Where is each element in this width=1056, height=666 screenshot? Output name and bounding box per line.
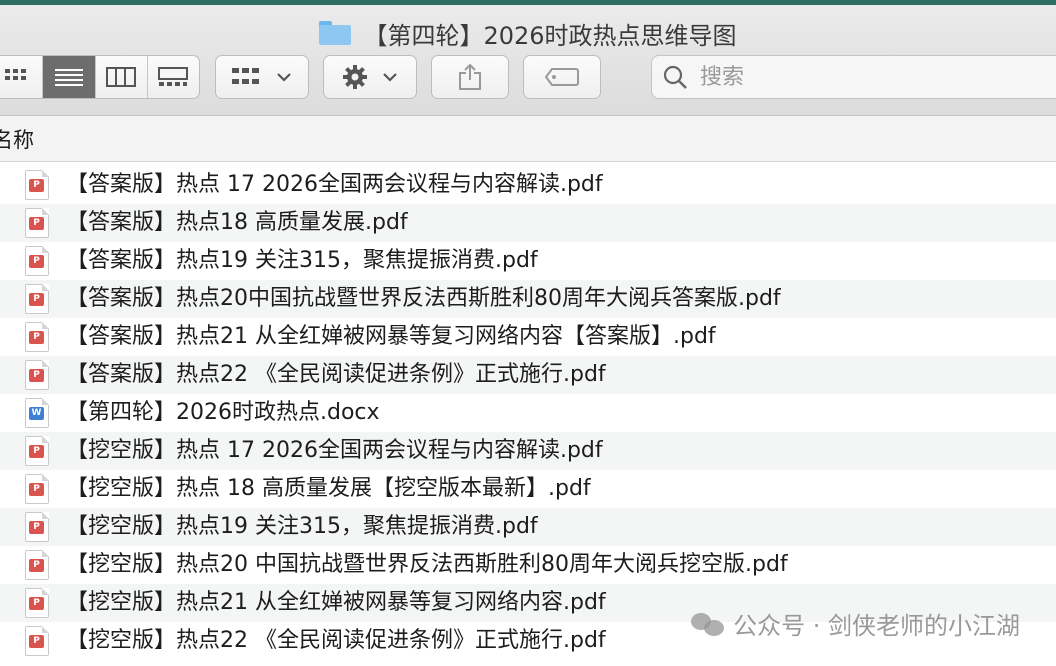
watermark: 公众号 · 剑侠老师的小江湖 xyxy=(691,606,1020,641)
gallery-view-icon xyxy=(158,67,189,86)
file-name: 【挖空版】热点20 中国抗战暨世界反法西斯胜利80周年大阅兵挖空版.pdf xyxy=(66,552,788,577)
watermark-text: 公众号 · 剑侠老师的小江湖 xyxy=(733,612,1020,640)
list-view-icon xyxy=(54,69,83,86)
search-icon xyxy=(663,65,687,89)
file-row[interactable]: P 【挖空版】热点 17 2026全国两会议程与内容解读.pdf xyxy=(0,432,1056,470)
chevron-down-icon xyxy=(383,73,397,82)
pdf-document-icon: P xyxy=(25,550,49,580)
file-type-badge: P xyxy=(29,597,44,610)
file-type-badge: P xyxy=(29,217,44,230)
file-row[interactable]: P 【答案版】热点18 高质量发展.pdf xyxy=(0,204,1056,242)
file-name: 【第四轮】2026时政热点.docx xyxy=(66,400,380,425)
file-name: 【答案版】热点20中国抗战暨世界反法西斯胜利80周年大阅兵答案版.pdf xyxy=(66,286,781,311)
pdf-document-icon: P xyxy=(25,588,49,618)
gallery-view-button[interactable] xyxy=(148,56,199,98)
pdf-document-icon: P xyxy=(25,322,49,352)
pdf-document-icon: P xyxy=(25,626,49,656)
name-column-header[interactable]: 名称 xyxy=(0,124,34,154)
tags-button[interactable] xyxy=(523,55,601,99)
list-view-button[interactable] xyxy=(43,56,96,98)
file-name: 【答案版】热点18 高质量发展.pdf xyxy=(66,210,408,235)
file-row[interactable]: P 【答案版】热点19 关注315，聚焦提振消费.pdf xyxy=(0,242,1056,280)
file-type-badge: P xyxy=(29,635,44,648)
file-row[interactable]: P 【挖空版】热点19 关注315，聚焦提振消费.pdf xyxy=(0,508,1056,546)
icon-view-button[interactable] xyxy=(0,56,44,98)
file-name: 【挖空版】热点 18 高质量发展【挖空版本最新】.pdf xyxy=(66,476,591,501)
file-name: 【挖空版】热点 17 2026全国两会议程与内容解读.pdf xyxy=(66,438,603,463)
file-name: 【挖空版】热点21 从全红婵被网暴等复习网络内容.pdf xyxy=(66,590,606,615)
file-row[interactable]: P 【答案版】热点20中国抗战暨世界反法西斯胜利80周年大阅兵答案版.pdf xyxy=(0,280,1056,318)
pdf-document-icon: P xyxy=(25,246,49,276)
file-type-badge: P xyxy=(29,483,44,496)
file-type-badge: P xyxy=(29,293,44,306)
file-row[interactable]: P 【答案版】热点21 从全红婵被网暴等复习网络内容【答案版】.pdf xyxy=(0,318,1056,356)
title-area: 【第四轮】2026时政热点思维导图 xyxy=(0,15,1056,51)
file-type-badge: P xyxy=(29,445,44,458)
view-mode-segmented-control xyxy=(0,55,200,99)
file-row[interactable]: W 【第四轮】2026时政热点.docx xyxy=(0,394,1056,432)
file-type-badge: P xyxy=(29,559,44,572)
column-view-icon xyxy=(106,67,137,87)
title-bar: 【第四轮】2026时政热点思维导图 xyxy=(0,5,1056,116)
pdf-document-icon: P xyxy=(25,474,49,504)
file-row[interactable]: P 【挖空版】热点 18 高质量发展【挖空版本最新】.pdf xyxy=(0,470,1056,508)
chevron-down-icon xyxy=(277,73,291,82)
file-name: 【答案版】热点19 关注315，聚焦提振消费.pdf xyxy=(66,248,538,273)
file-type-badge: P xyxy=(29,179,44,192)
folder-icon xyxy=(319,21,352,45)
file-name: 【答案版】热点 17 2026全国两会议程与内容解读.pdf xyxy=(66,172,603,197)
file-row[interactable]: P 【挖空版】热点20 中国抗战暨世界反法西斯胜利80周年大阅兵挖空版.pdf xyxy=(0,546,1056,584)
search-field[interactable] xyxy=(651,55,1056,99)
pdf-document-icon: P xyxy=(25,208,49,238)
share-button[interactable] xyxy=(431,55,509,99)
action-menu-button[interactable] xyxy=(323,55,417,99)
toolbar xyxy=(0,55,1056,101)
wechat-icon xyxy=(691,611,725,637)
pdf-document-icon: P xyxy=(25,436,49,466)
file-type-badge: P xyxy=(29,369,44,382)
file-list: P 【答案版】热点 17 2026全国两会议程与内容解读.pdf P 【答案版】热点1… xyxy=(0,166,1056,660)
pdf-document-icon: P xyxy=(25,170,49,200)
file-type-badge: P xyxy=(29,331,44,344)
file-row[interactable]: P 【答案版】热点 17 2026全国两会议程与内容解读.pdf xyxy=(0,166,1056,204)
tag-icon xyxy=(544,68,579,86)
gear-icon xyxy=(343,65,367,89)
file-name: 【挖空版】热点19 关注315，聚焦提振消费.pdf xyxy=(66,514,538,539)
file-row[interactable]: P 【答案版】热点22 《全民阅读促进条例》正式施行.pdf xyxy=(0,356,1056,394)
file-type-badge: P xyxy=(29,255,44,268)
icon-view-icon xyxy=(4,69,26,80)
file-name: 【答案版】热点21 从全红婵被网暴等复习网络内容【答案版】.pdf xyxy=(66,324,716,349)
file-name: 【答案版】热点22 《全民阅读促进条例》正式施行.pdf xyxy=(66,362,606,387)
file-type-badge: P xyxy=(29,521,44,534)
group-grid-icon xyxy=(232,68,259,84)
share-icon xyxy=(459,63,481,90)
search-input[interactable] xyxy=(698,63,1002,91)
file-name: 【挖空版】热点22 《全民阅读促进条例》正式施行.pdf xyxy=(66,628,606,653)
pdf-document-icon: P xyxy=(25,284,49,314)
word-document-icon: W xyxy=(25,398,49,428)
pdf-document-icon: P xyxy=(25,360,49,390)
file-type-badge: W xyxy=(29,407,44,420)
pdf-document-icon: P xyxy=(25,512,49,542)
window-title: 【第四轮】2026时政热点思维导图 xyxy=(363,21,737,50)
group-by-button[interactable] xyxy=(215,55,309,99)
column-header[interactable]: 名称 xyxy=(0,116,1056,162)
column-view-button[interactable] xyxy=(96,56,148,98)
